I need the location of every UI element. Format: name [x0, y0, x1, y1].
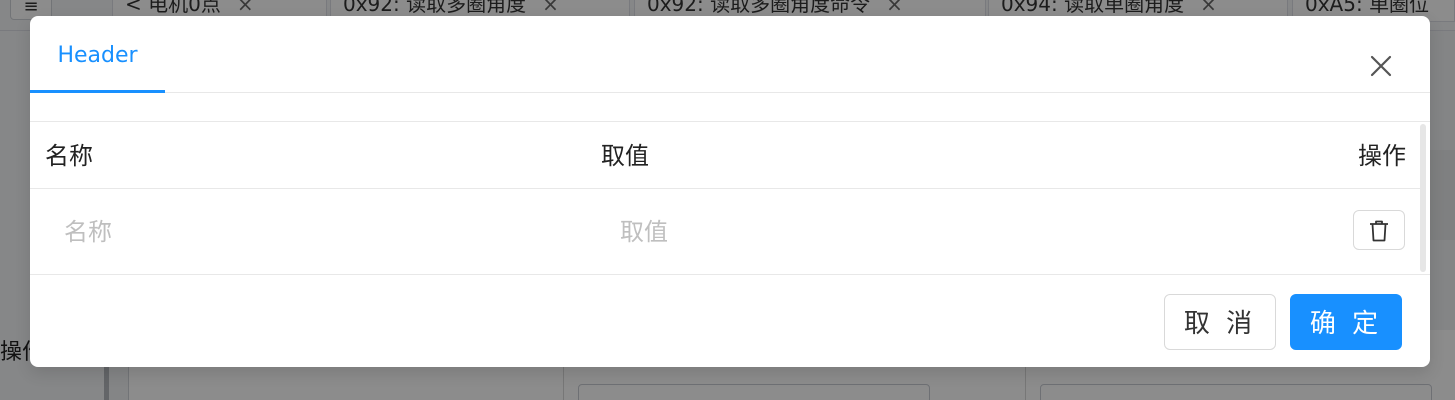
modal-tab-bar: Header — [30, 16, 1430, 93]
column-header-name: 名称 — [45, 142, 93, 170]
table-header-row: 名称 取值 操作 — [30, 122, 1420, 189]
value-input[interactable] — [620, 189, 1320, 274]
delete-row-button[interactable] — [1353, 210, 1405, 250]
header-table: 名称 取值 操作 — [30, 121, 1430, 275]
tab-header[interactable]: Header — [30, 16, 165, 92]
name-input[interactable] — [64, 189, 564, 274]
header-modal: Header 名称 取值 操作 取 消 确 定 — [30, 16, 1430, 367]
trash-icon — [1370, 220, 1388, 242]
ok-button[interactable]: 确 定 — [1290, 294, 1402, 350]
column-header-actions: 操作 — [1358, 142, 1406, 170]
column-header-value: 取值 — [601, 142, 649, 170]
table-scrollbar[interactable] — [1420, 124, 1426, 272]
close-icon[interactable] — [1365, 50, 1397, 82]
cancel-button[interactable]: 取 消 — [1164, 294, 1276, 350]
tab-active-indicator — [30, 90, 165, 93]
table-row — [30, 189, 1420, 274]
